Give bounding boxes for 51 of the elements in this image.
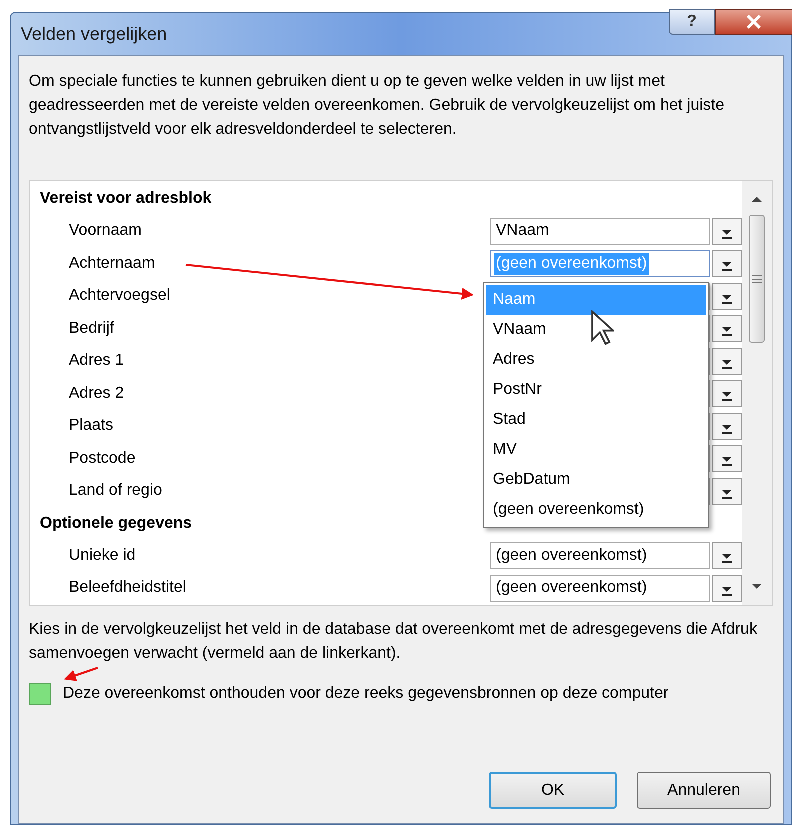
dropdown-option[interactable]: Stad	[486, 405, 706, 435]
group-heading: Optionele gegevens	[40, 514, 192, 534]
dropdown-arrow-button[interactable]	[712, 412, 742, 440]
remember-label: Deze overeenkomst onthouden voor deze reeks gegevensbronnen op deze computer	[63, 684, 669, 704]
dropdown-arrow-button[interactable]	[712, 348, 742, 375]
close-icon	[746, 15, 762, 29]
dropdown-arrow-button[interactable]	[712, 315, 742, 342]
scrollbar[interactable]	[742, 181, 772, 605]
field-label: Land of regio	[69, 481, 162, 502]
dropdown-field[interactable]: VNaam	[490, 218, 710, 245]
annotation-arrow	[64, 667, 98, 682]
dropdown-arrow-button[interactable]	[712, 250, 742, 278]
dropdown-field[interactable]: (geen overeenkomst)	[490, 574, 710, 602]
hint-text: Kies in de vervolgkeuzelijst het veld in de database dat overeenkomt met de adresgegevens die Afdruk samenvoegen verwacht (vermeld aan de linkerkant).	[29, 620, 758, 664]
ok-button[interactable]: OK	[489, 772, 617, 809]
window-title: Velden vergelijken	[21, 22, 168, 46]
field-label: Beleefdheidstitel	[69, 578, 186, 598]
dropdown-arrow-button[interactable]	[712, 478, 742, 505]
scroll-up-icon[interactable]	[751, 195, 763, 203]
field-label: Bedrijf	[69, 318, 114, 339]
dropdown-arrow-button[interactable]	[712, 282, 742, 310]
intro-text: Om speciale functies te kunnen gebruiken dient u op te geven welke velden in uw lijst met geadresseerden met de vereiste velden overeenkomen. Gebruik de vervolgkeuzelijst om het juiste ontvangstlijstveld voor elk adresveldonderdeel te selecteren.	[29, 72, 726, 140]
dropdown-option[interactable]: GebDatum	[486, 465, 706, 495]
field-label: Voornaam	[69, 221, 142, 242]
field-label: Unieke id	[69, 546, 136, 566]
close-button[interactable]	[715, 9, 792, 35]
field-label: Adres 1	[69, 351, 124, 372]
mouse-pointer-icon	[590, 310, 614, 346]
scroll-thumb[interactable]	[749, 215, 765, 343]
field-label: Adres 2	[69, 384, 124, 404]
field-label: Postcode	[69, 448, 136, 469]
dropdown-option[interactable]: MV	[486, 435, 706, 465]
dropdown-arrow-button[interactable]	[712, 574, 742, 602]
dropdown-arrow-button[interactable]	[712, 542, 742, 570]
scroll-down-icon[interactable]	[751, 583, 763, 591]
help-button[interactable]: ?	[669, 9, 715, 35]
remember-checkbox[interactable]	[29, 683, 51, 705]
dropdown-field[interactable]: (geen overeenkomst)	[490, 542, 710, 570]
group-heading: Vereist voor adresblok	[40, 189, 212, 209]
dropdown-option[interactable]: PostNr	[486, 375, 706, 405]
field-label: Plaats	[69, 416, 114, 436]
cancel-button[interactable]: Annuleren	[637, 772, 771, 809]
field-label: Achternaam	[69, 254, 156, 274]
dropdown-option[interactable]: (geen overeenkomst)	[486, 495, 706, 525]
dropdown-arrow-button[interactable]	[712, 445, 742, 472]
dropdown-option[interactable]: Adres	[486, 345, 706, 375]
dropdown-arrow-button[interactable]	[712, 218, 742, 245]
dropdown-option[interactable]: VNaam	[486, 315, 706, 345]
grip-icon	[752, 274, 762, 284]
field-label: Achtervoegsel	[69, 286, 170, 306]
dropdown-arrow-button[interactable]	[712, 380, 742, 408]
